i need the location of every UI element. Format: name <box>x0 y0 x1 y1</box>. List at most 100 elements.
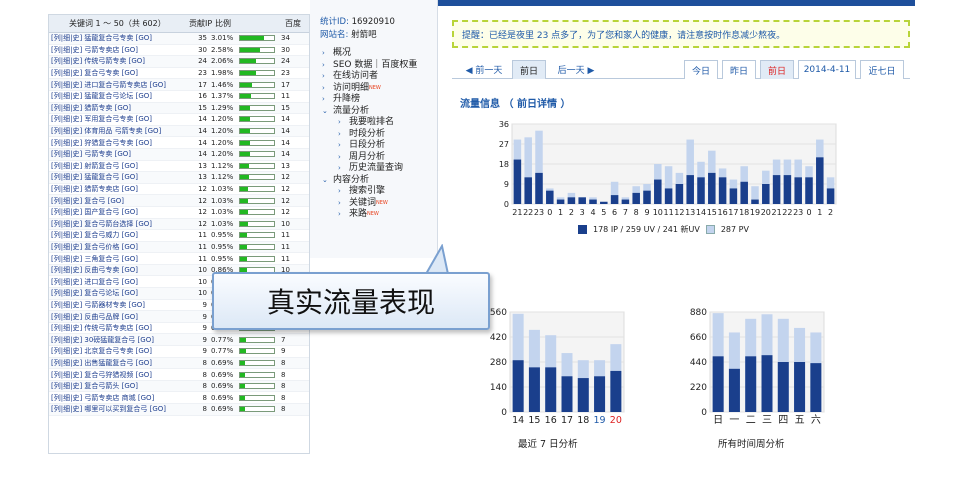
keyword-link[interactable]: [列|细|史] 进口复合弓 [GO] <box>49 277 189 287</box>
keyword-link[interactable]: [列|细|史] 传统弓箭专卖 [GO] <box>49 56 189 66</box>
x-tick-label: 1 <box>558 208 563 217</box>
ip-count: 8 <box>202 370 207 379</box>
table-row: [列|细|史] 复合弓箭头 [GO] 8 0.69% 8 <box>49 380 309 393</box>
tab-yesterday[interactable]: 昨日 <box>722 60 756 79</box>
x-tick-label: 5 <box>601 208 606 217</box>
keyword-link[interactable]: [列|细|史] 反曲弓品牌 [GO] <box>49 312 189 322</box>
table-row: [列|细|史] 军用复合弓专卖 [GO] 14 1.20% 14 <box>49 114 309 126</box>
bar-ip <box>610 195 619 204</box>
keyword-link[interactable]: [列|细|史] 复合弓狩猎视频 [GO] <box>49 370 189 380</box>
keyword-link[interactable]: [列|细|史] 弓箭专卖店 [GO] <box>49 45 189 55</box>
sidebar-item[interactable]: › 时段分析 <box>322 129 437 141</box>
x-tick-label: 13 <box>685 208 695 217</box>
sidebar-item[interactable]: › 关键词NEW <box>322 198 437 210</box>
baidu-count: 10 <box>281 219 290 228</box>
sidebar-item[interactable]: ⌄ 流量分析 <box>322 106 437 118</box>
x-tick-label: 三 <box>762 415 772 426</box>
keyword-link[interactable]: [列|细|史] 复合弓论坛 [GO] <box>49 288 189 298</box>
percent: 3.01% <box>211 34 234 43</box>
reminder-banner: 提醒：已经是夜里 23 点多了，为了您和家人的健康，请注意按时作息减少熬夜。 <box>452 20 910 48</box>
tab-date[interactable]: 2014-4-11 <box>798 60 856 79</box>
baidu-count: 8 <box>281 382 286 391</box>
baidu-count: 11 <box>281 242 290 251</box>
keyword-link[interactable]: [列|细|史] 三角复合弓 [GO] <box>49 254 189 264</box>
chevron-down-icon: ⌄ <box>322 106 328 115</box>
keyword-link[interactable]: [列|细|史] 弓箭专卖店 商城 [GO] <box>49 393 189 403</box>
bar-ip <box>545 367 557 412</box>
header-ratio: 比例 <box>215 19 231 28</box>
sidebar-item[interactable]: › 来路NEW <box>322 209 437 221</box>
ratio-bar-fill <box>240 384 246 389</box>
ip-count: 13 <box>198 161 207 170</box>
keyword-link[interactable]: [列|细|史] 30磅猛龍复合弓 [GO] <box>49 335 189 345</box>
sidebar-item-label: 访问明细 <box>333 82 370 93</box>
tab-ago-left[interactable]: 前日 <box>512 60 546 79</box>
bar-ip <box>675 184 684 204</box>
keyword-link[interactable]: [列|细|史] 军用复合弓专卖 [GO] <box>49 114 189 124</box>
keyword-link[interactable]: [列|细|史] 出售猛龍复合弓 [GO] <box>49 358 189 368</box>
sidebar-item[interactable]: › 日段分析 <box>322 140 437 152</box>
keyword-link[interactable]: [列|细|史] 弓箭器材专卖 [GO] <box>49 300 189 310</box>
ratio-bar-fill <box>240 395 246 400</box>
table-row: [列|细|史] 猎箭专卖店 [GO] 12 1.03% 12 <box>49 184 309 196</box>
sidebar-item[interactable]: › 我要啦排名 <box>322 117 437 129</box>
keyword-link[interactable]: [列|细|史] 猛龍复合弓专卖 [GO] <box>49 33 189 43</box>
sidebar-item[interactable]: › 在线访问者 <box>322 71 437 83</box>
sidebar-item[interactable]: ⌄ 内容分析 <box>322 175 437 187</box>
percent: 0.95% <box>211 231 234 240</box>
ratio-bar <box>239 139 275 146</box>
ip-count: 12 <box>198 185 207 194</box>
sidebar-item[interactable]: › 搜索引擎 <box>322 186 437 198</box>
bar-ip <box>610 370 622 412</box>
keyword-link[interactable]: [列|细|史] 复合弓威力 [GO] <box>49 230 189 240</box>
keyword-link[interactable]: [列|细|史] 复合弓箭台选择 [GO] <box>49 219 189 229</box>
header-ip: 贡献IP <box>189 19 213 28</box>
x-tick-label: 8 <box>634 208 639 217</box>
x-tick-label: 18 <box>577 415 589 426</box>
keyword-link[interactable]: [列|细|史] 猎箭专卖 [GO] <box>49 103 189 113</box>
keyword-link[interactable]: [列|细|史] 北京复合弓专卖 [GO] <box>49 346 189 356</box>
keyword-link[interactable]: [列|细|史] 猛龍复合弓论坛 [GO] <box>49 91 189 101</box>
keyword-link[interactable]: [列|细|史] 弓箭专卖 [GO] <box>49 149 189 159</box>
tab-today[interactable]: 今日 <box>684 60 718 79</box>
keyword-link[interactable]: [列|细|史] 复合弓价格 [GO] <box>49 242 189 252</box>
keyword-link[interactable]: [列|细|史] 反曲弓专卖 [GO] <box>49 265 189 275</box>
ip-count: 9 <box>202 300 207 309</box>
ratio-bar <box>239 81 275 88</box>
x-tick-label: 23 <box>793 208 803 217</box>
prev-day-link[interactable]: ◀ 前一天 <box>458 60 510 79</box>
keyword-link[interactable]: [列|细|史] 哪里可以买到复合弓 [GO] <box>49 404 189 414</box>
keyword-link[interactable]: [列|细|史] 射箭复合弓 [GO] <box>49 161 189 171</box>
keyword-link[interactable]: [列|细|史] 猛龍复合弓 [GO] <box>49 172 189 182</box>
sidebar-item-label: 我要啦排名 <box>349 117 395 127</box>
keyword-link[interactable]: [列|细|史] 狩猎复合弓专卖 [GO] <box>49 138 189 148</box>
ratio-bar <box>239 197 275 204</box>
keyword-link[interactable]: [列|细|史] 进口复合弓箭专卖店 [GO] <box>49 80 189 90</box>
sidebar-item[interactable]: › 访问明细NEW <box>322 83 437 95</box>
x-tick-label: 19 <box>750 208 760 217</box>
y-tick-label: 660 <box>690 333 707 343</box>
sidebar-item[interactable]: › 周月分析 <box>322 152 437 164</box>
keyword-link[interactable]: [列|细|史] 国产复合弓 [GO] <box>49 207 189 217</box>
ratio-bar-fill <box>240 198 249 203</box>
x-tick-label: 9 <box>644 208 649 217</box>
keyword-link[interactable]: [列|细|史] 复合弓箭头 [GO] <box>49 381 189 391</box>
sidebar-item[interactable]: › 概况 <box>322 48 437 60</box>
x-tick-label: 4 <box>590 208 595 217</box>
x-tick-label: 六 <box>811 414 821 426</box>
keyword-link[interactable]: [列|细|史] 体育用品 弓箭专卖 [GO] <box>49 126 189 136</box>
next-day-link[interactable]: 后一天 ▶ <box>552 60 600 79</box>
sidebar-item[interactable]: › 升降榜 <box>322 94 437 106</box>
keyword-link[interactable]: [列|细|史] 复合弓专卖 [GO] <box>49 68 189 78</box>
keyword-link[interactable]: [列|细|史] 复合弓 [GO] <box>49 196 189 206</box>
percent: 1.20% <box>211 127 234 136</box>
sidebar-item[interactable]: › SEO 数据｜百度权重 <box>322 60 437 72</box>
keyword-link[interactable]: [列|细|史] 猎箭专卖店 [GO] <box>49 184 189 194</box>
tab-seven-days[interactable]: 近七日 <box>860 60 904 79</box>
tab-day-before[interactable]: 前日 <box>760 60 794 79</box>
keyword-link[interactable]: [列|细|史] 传统弓箭专卖店 [GO] <box>49 323 189 333</box>
percent: 0.77% <box>211 347 234 356</box>
x-tick-label: 18 <box>739 208 749 217</box>
bar-ip <box>513 159 522 204</box>
sidebar-item[interactable]: › 历史流量查询 <box>322 163 437 175</box>
